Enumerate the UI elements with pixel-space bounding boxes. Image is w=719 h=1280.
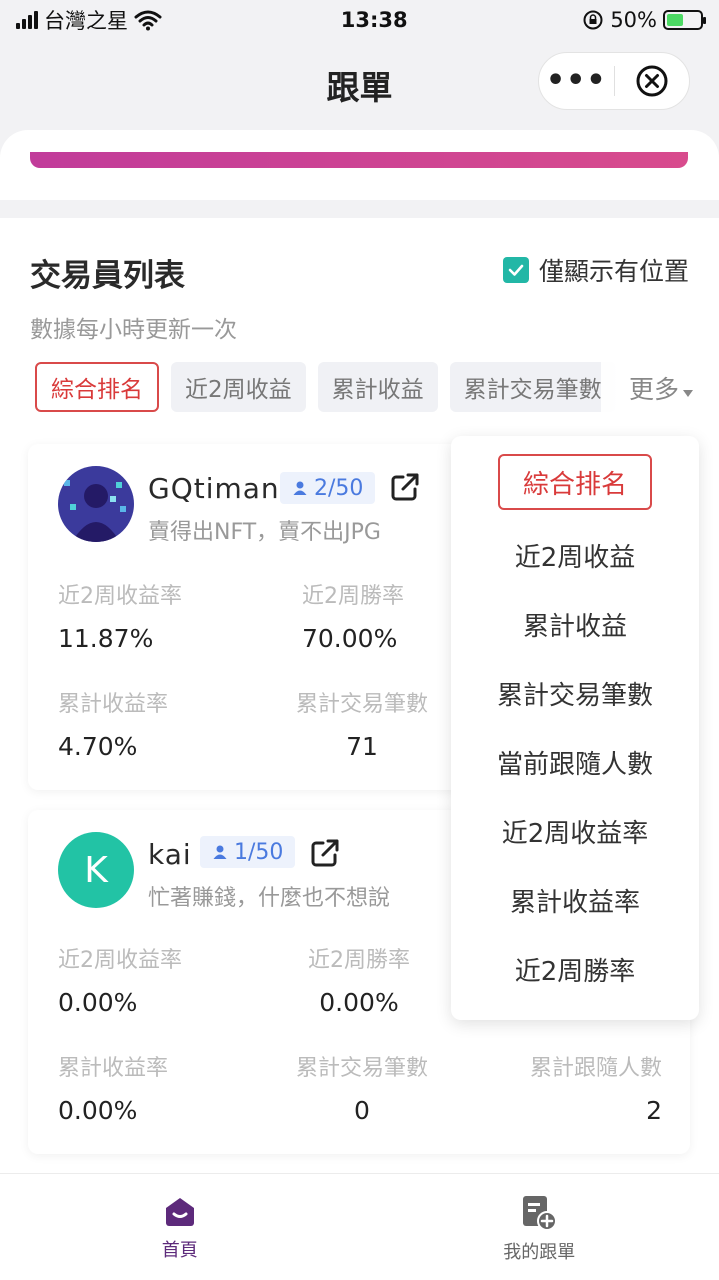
stat-2week-winrate: 近2周勝率 70.00%: [302, 584, 404, 653]
trader-description: 賣得出NFT，賣不出JPG: [148, 520, 381, 545]
more-options-icon[interactable]: •••: [539, 66, 614, 96]
page-title: 跟單: [326, 68, 393, 107]
stat-total-followers: 累計跟隨人數 2: [529, 1056, 662, 1125]
bottom-tab-bar: 首頁 我的跟單: [0, 1173, 719, 1280]
user-icon: [293, 481, 307, 495]
tab-total-trades[interactable]: 累計交易筆數: [449, 362, 616, 412]
share-icon[interactable]: [308, 836, 342, 870]
dropdown-item-current-followers[interactable]: 當前跟隨人數: [451, 744, 699, 781]
close-icon[interactable]: [615, 64, 690, 98]
ranking-tabs: 綜合排名 近2周收益 累計收益 累計交易筆數 更多: [35, 362, 719, 414]
dropdown-item-2week-winrate[interactable]: 近2周勝率: [451, 951, 699, 988]
avatar[interactable]: [58, 466, 134, 542]
trader-description: 忙著賺錢，什麼也不想說: [148, 886, 391, 911]
tab-overall-rank[interactable]: 綜合排名: [35, 362, 159, 412]
miniprogram-capsule: •••: [538, 52, 690, 110]
battery-percent: 50%: [610, 8, 657, 32]
banner-gradient-bar: [30, 152, 688, 168]
carrier-name: 台灣之星: [44, 9, 128, 33]
follower-badge: 1/50: [200, 836, 296, 868]
stat-2week-return: 近2周收益率 11.87%: [58, 584, 182, 653]
stat-total-return: 累計收益率 4.70%: [58, 692, 169, 761]
dropdown-item-2week-return-rate[interactable]: 近2周收益率: [451, 813, 699, 850]
avatar-letter: K: [84, 849, 108, 891]
signal-icon: [16, 11, 38, 29]
nav-bar: 跟單 •••: [0, 40, 719, 130]
document-add-icon: [523, 1196, 558, 1231]
tab-more-label: 更多: [628, 375, 679, 404]
status-bar: 台灣之星 13:38 50%: [0, 0, 719, 40]
dropdown-item-total-return-rate[interactable]: 累計收益率: [451, 882, 699, 919]
section-subtitle: 數據每小時更新一次: [30, 317, 237, 343]
only-positions-toggle[interactable]: 僅顯示有位置: [502, 252, 689, 288]
dropdown-item-2week-profit[interactable]: 近2周收益: [451, 537, 699, 574]
dropdown-item-overall-rank[interactable]: 綜合排名: [498, 454, 652, 510]
follower-badge: 2/50: [280, 472, 376, 504]
stat-2week-return: 近2周收益率 0.00%: [58, 948, 182, 1017]
banner-card: [0, 130, 719, 200]
sort-dropdown: 綜合排名 近2周收益 累計收益 累計交易筆數 當前跟隨人數 近2周收益率 累計收…: [451, 436, 699, 1020]
avatar[interactable]: K: [58, 832, 134, 908]
tab-total-profit[interactable]: 累計收益: [317, 362, 438, 412]
stat-total-trades: 累計交易筆數 71: [295, 692, 428, 761]
dropdown-item-total-profit[interactable]: 累計收益: [451, 606, 699, 643]
stat-2week-winrate: 近2周勝率 0.00%: [308, 948, 410, 1017]
status-time: 13:38: [340, 8, 408, 32]
orientation-lock-icon: [583, 10, 603, 30]
tabbar-my-copytrade[interactable]: 我的跟單: [360, 1174, 719, 1280]
only-positions-label: 僅顯示有位置: [538, 257, 689, 286]
user-icon: [213, 845, 227, 859]
wifi-icon: [134, 10, 162, 31]
dropdown-item-total-trades[interactable]: 累計交易筆數: [451, 675, 699, 712]
trader-name: kai: [148, 838, 192, 871]
stat-total-return: 累計收益率 0.00%: [58, 1056, 169, 1125]
follower-count: 1/50: [234, 839, 284, 865]
checkbox-checked-icon[interactable]: [502, 257, 529, 283]
share-icon[interactable]: [388, 470, 422, 504]
section-title: 交易員列表: [30, 258, 185, 294]
tab-2week-profit[interactable]: 近2周收益: [171, 362, 306, 412]
trader-name: GQtiman: [148, 472, 280, 505]
tab-more-button[interactable]: 更多: [601, 362, 719, 414]
tabbar-my-copytrade-label: 我的跟單: [503, 1242, 576, 1263]
stat-total-trades: 累計交易筆數 0: [295, 1056, 428, 1125]
triangle-down-icon: [683, 389, 693, 397]
tabbar-home-label: 首頁: [161, 1240, 198, 1261]
follower-count: 2/50: [314, 475, 364, 501]
home-icon: [165, 1198, 194, 1226]
battery-icon: [663, 10, 706, 30]
tabbar-home[interactable]: 首頁: [0, 1174, 360, 1280]
